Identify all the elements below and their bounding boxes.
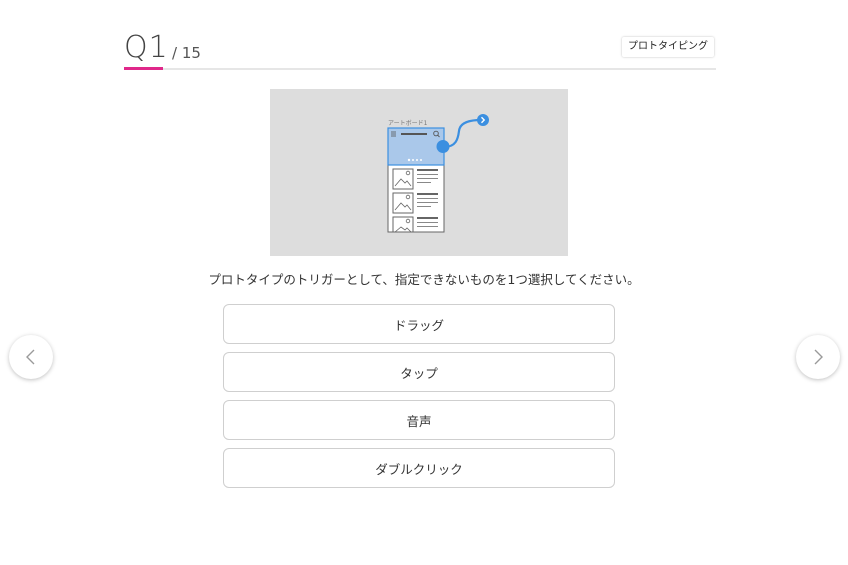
prototype-wire xyxy=(443,118,482,149)
quiz-header: Q1 / 15 プロトタイピング xyxy=(124,30,716,72)
answer-options: ドラッグ タップ 音声 ダブルクリック xyxy=(223,304,615,496)
question-illustration: アートボード1 xyxy=(270,89,568,256)
prototype-link-illustration: アートボード1 xyxy=(387,114,489,233)
question-number: Q1 xyxy=(124,30,169,65)
wire-target-arrow-icon xyxy=(477,114,489,126)
chevron-right-icon xyxy=(814,349,823,365)
option-drag[interactable]: ドラッグ xyxy=(223,304,615,344)
header-title-bar xyxy=(401,133,427,135)
wire-handle xyxy=(436,140,450,153)
next-button[interactable] xyxy=(796,335,840,379)
category-tag: プロトタイピング xyxy=(622,37,714,57)
artboard-label: アートボード1 xyxy=(388,119,428,127)
option-tap[interactable]: タップ xyxy=(223,352,615,392)
option-voice[interactable]: 音声 xyxy=(223,400,615,440)
question-text: プロトタイプのトリガーとして、指定できないものを1つ選択してください。 xyxy=(208,272,640,287)
progress-fill xyxy=(124,67,163,70)
question-total: / 15 xyxy=(172,44,201,62)
progress-bar xyxy=(124,67,716,70)
chevron-left-icon xyxy=(26,349,35,365)
option-double-click[interactable]: ダブルクリック xyxy=(223,448,615,488)
previous-button[interactable] xyxy=(9,335,53,379)
